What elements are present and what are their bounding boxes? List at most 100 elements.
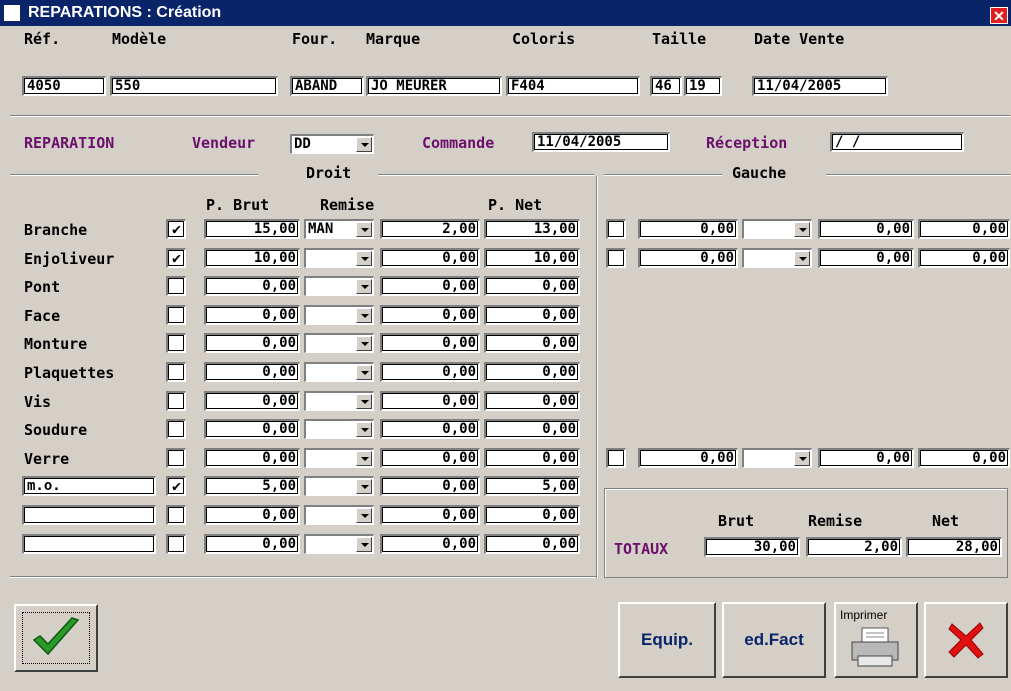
chevron-down-icon[interactable] bbox=[356, 137, 372, 152]
chevron-down-icon[interactable] bbox=[356, 508, 372, 523]
row-brut-field[interactable]: 0,00 bbox=[204, 305, 300, 325]
gauche-net-field[interactable]: 0,00 bbox=[918, 248, 1010, 268]
chevron-down-icon[interactable] bbox=[356, 308, 372, 323]
cancel-button[interactable] bbox=[924, 602, 1008, 678]
row-checkbox[interactable] bbox=[166, 448, 186, 468]
marque-field[interactable]: JO MEURER bbox=[366, 76, 502, 96]
chevron-down-icon[interactable] bbox=[356, 222, 372, 237]
date-vente-field[interactable]: 11/04/2005 bbox=[752, 76, 888, 96]
row-net-field[interactable]: 0,00 bbox=[484, 391, 580, 411]
row-net-field[interactable]: 0,00 bbox=[484, 419, 580, 439]
row-label-field[interactable] bbox=[22, 505, 156, 525]
row-remise-type-select[interactable]: MAN bbox=[304, 219, 374, 239]
row-brut-field[interactable]: 0,00 bbox=[204, 362, 300, 382]
row-net-field[interactable]: 10,00 bbox=[484, 248, 580, 268]
row-remise-field[interactable]: 0,00 bbox=[380, 276, 480, 296]
row-checkbox[interactable] bbox=[166, 276, 186, 296]
row-checkbox[interactable]: ✔ bbox=[166, 219, 186, 239]
row-checkbox[interactable] bbox=[166, 362, 186, 382]
taille-field-1[interactable]: 46 bbox=[650, 76, 682, 96]
modele-field[interactable]: 550 bbox=[110, 76, 278, 96]
row-remise-field[interactable]: 0,00 bbox=[380, 305, 480, 325]
gauche-net-field[interactable]: 0,00 bbox=[918, 448, 1010, 468]
row-net-field[interactable]: 13,00 bbox=[484, 219, 580, 239]
row-remise-field[interactable]: 0,00 bbox=[380, 333, 480, 353]
row-remise-type-select[interactable] bbox=[304, 534, 374, 554]
row-checkbox[interactable] bbox=[166, 333, 186, 353]
row-checkbox[interactable] bbox=[166, 534, 186, 554]
chevron-down-icon[interactable] bbox=[356, 537, 372, 552]
row-checkbox[interactable]: ✔ bbox=[166, 248, 186, 268]
row-net-field[interactable]: 5,00 bbox=[484, 476, 580, 496]
gauche-net-field[interactable]: 0,00 bbox=[918, 219, 1010, 239]
vendeur-select[interactable]: DD bbox=[290, 134, 374, 154]
row-net-field[interactable]: 0,00 bbox=[484, 333, 580, 353]
row-net-field[interactable]: 0,00 bbox=[484, 505, 580, 525]
row-remise-field[interactable]: 0,00 bbox=[380, 505, 480, 525]
gauche-remise-field[interactable]: 0,00 bbox=[818, 448, 914, 468]
row-remise-field[interactable]: 0,00 bbox=[380, 419, 480, 439]
row-checkbox[interactable]: ✔ bbox=[166, 476, 186, 496]
chevron-down-icon[interactable] bbox=[356, 422, 372, 437]
coloris-field[interactable]: F404 bbox=[506, 76, 640, 96]
row-brut-field[interactable]: 0,00 bbox=[204, 419, 300, 439]
reception-date-field[interactable]: / / bbox=[830, 132, 964, 152]
chevron-down-icon[interactable] bbox=[356, 279, 372, 294]
row-brut-field[interactable]: 5,00 bbox=[204, 476, 300, 496]
gauche-remise-type-select[interactable] bbox=[742, 248, 812, 268]
row-remise-type-select[interactable] bbox=[304, 391, 374, 411]
row-brut-field[interactable]: 15,00 bbox=[204, 219, 300, 239]
chevron-down-icon[interactable] bbox=[356, 336, 372, 351]
row-net-field[interactable]: 0,00 bbox=[484, 276, 580, 296]
chevron-down-icon[interactable] bbox=[356, 394, 372, 409]
gauche-checkbox[interactable] bbox=[606, 248, 626, 268]
gauche-brut-field[interactable]: 0,00 bbox=[638, 219, 738, 239]
row-remise-type-select[interactable] bbox=[304, 333, 374, 353]
ref-field[interactable]: 4050 bbox=[22, 76, 106, 96]
row-remise-field[interactable]: 0,00 bbox=[380, 362, 480, 382]
chevron-down-icon[interactable] bbox=[794, 222, 810, 237]
row-brut-field[interactable]: 0,00 bbox=[204, 276, 300, 296]
commande-date-field[interactable]: 11/04/2005 bbox=[532, 132, 670, 152]
chevron-down-icon[interactable] bbox=[356, 251, 372, 266]
close-window-button[interactable]: ✕ bbox=[990, 7, 1008, 24]
row-remise-type-select[interactable] bbox=[304, 362, 374, 382]
row-remise-type-select[interactable] bbox=[304, 505, 374, 525]
row-checkbox[interactable] bbox=[166, 505, 186, 525]
row-remise-type-select[interactable] bbox=[304, 276, 374, 296]
row-label-field[interactable] bbox=[22, 534, 156, 554]
chevron-down-icon[interactable] bbox=[794, 251, 810, 266]
chevron-down-icon[interactable] bbox=[794, 451, 810, 466]
validate-button[interactable] bbox=[14, 604, 98, 672]
row-net-field[interactable]: 0,00 bbox=[484, 534, 580, 554]
row-remise-type-select[interactable] bbox=[304, 419, 374, 439]
row-remise-type-select[interactable] bbox=[304, 448, 374, 468]
row-remise-field[interactable]: 0,00 bbox=[380, 248, 480, 268]
row-brut-field[interactable]: 10,00 bbox=[204, 248, 300, 268]
chevron-down-icon[interactable] bbox=[356, 365, 372, 380]
chevron-down-icon[interactable] bbox=[356, 451, 372, 466]
row-remise-field[interactable]: 0,00 bbox=[380, 476, 480, 496]
row-remise-field[interactable]: 0,00 bbox=[380, 448, 480, 468]
row-brut-field[interactable]: 0,00 bbox=[204, 391, 300, 411]
row-remise-field[interactable]: 2,00 bbox=[380, 219, 480, 239]
row-net-field[interactable]: 0,00 bbox=[484, 448, 580, 468]
row-label-field[interactable]: m.o. bbox=[22, 476, 156, 496]
row-remise-field[interactable]: 0,00 bbox=[380, 391, 480, 411]
equip-button[interactable]: Equip. bbox=[618, 602, 716, 678]
taille-field-2[interactable]: 19 bbox=[684, 76, 722, 96]
gauche-checkbox[interactable] bbox=[606, 219, 626, 239]
row-checkbox[interactable] bbox=[166, 419, 186, 439]
row-brut-field[interactable]: 0,00 bbox=[204, 534, 300, 554]
row-remise-type-select[interactable] bbox=[304, 305, 374, 325]
gauche-remise-type-select[interactable] bbox=[742, 219, 812, 239]
gauche-brut-field[interactable]: 0,00 bbox=[638, 248, 738, 268]
row-remise-field[interactable]: 0,00 bbox=[380, 534, 480, 554]
row-checkbox[interactable] bbox=[166, 391, 186, 411]
gauche-remise-type-select[interactable] bbox=[742, 448, 812, 468]
gauche-remise-field[interactable]: 0,00 bbox=[818, 248, 914, 268]
gauche-checkbox[interactable] bbox=[606, 448, 626, 468]
gauche-remise-field[interactable]: 0,00 bbox=[818, 219, 914, 239]
four-field[interactable]: ABAND bbox=[290, 76, 364, 96]
gauche-brut-field[interactable]: 0,00 bbox=[638, 448, 738, 468]
